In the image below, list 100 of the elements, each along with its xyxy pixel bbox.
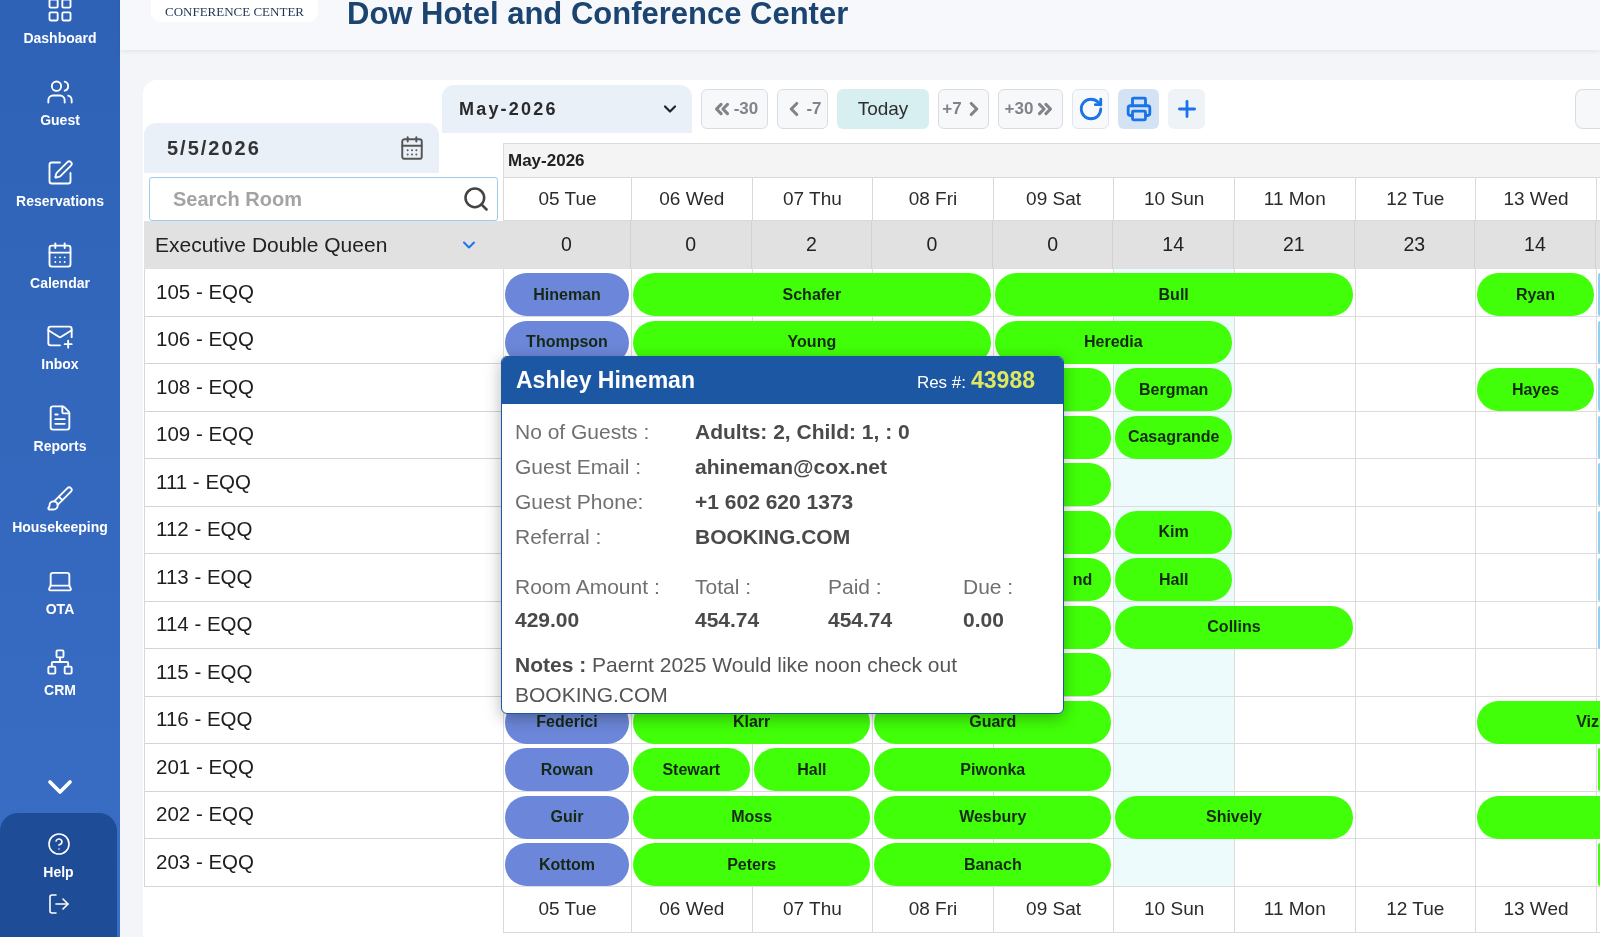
amount-value: 454.74 xyxy=(828,606,894,633)
sidebar-item[interactable]: OTA xyxy=(45,566,75,617)
search-field[interactable]: Search Room xyxy=(149,177,498,221)
sidebar-item[interactable]: Reports xyxy=(33,403,87,454)
booking-bar[interactable]: Bergman xyxy=(1115,368,1232,411)
booking-bar[interactable]: Hayes xyxy=(1477,368,1594,411)
booking-bar[interactable] xyxy=(1597,558,1600,601)
booking-bar[interactable] xyxy=(1597,748,1600,791)
amount-label: Total : xyxy=(695,573,753,600)
day-header: 06 Wed xyxy=(632,178,753,220)
add-button[interactable] xyxy=(1168,89,1205,129)
booking-bar[interactable]: Banach xyxy=(874,843,1112,886)
room-name: 109 - EQQ xyxy=(156,421,254,448)
booking-bar[interactable] xyxy=(1477,795,1600,839)
booking-bar[interactable]: Moss xyxy=(633,795,871,839)
booking-count: 21 xyxy=(1282,232,1305,258)
booking-bar[interactable]: Hall xyxy=(753,748,871,791)
day-header: 12 Tue xyxy=(1355,178,1477,220)
month-select[interactable]: May-2026 xyxy=(442,85,692,133)
search-icon xyxy=(462,185,490,213)
booking-bar[interactable]: Wesbury xyxy=(874,795,1112,839)
booking-bar[interactable] xyxy=(1597,463,1600,506)
booking-bar[interactable] xyxy=(1597,415,1600,459)
booking-bar[interactable] xyxy=(1597,843,1600,886)
toolbar-button[interactable] xyxy=(1575,89,1600,129)
jump-back-button[interactable]: -30 xyxy=(701,89,768,129)
day-header: 11 Mon xyxy=(1234,178,1356,220)
day-header: 05 Tue xyxy=(504,886,632,932)
res-number: 43988 xyxy=(971,366,1035,396)
booking-bar[interactable]: Ryan xyxy=(1477,273,1594,316)
booking-bar[interactable] xyxy=(1597,368,1600,411)
booking-bar[interactable]: Hall xyxy=(1115,558,1232,601)
sidebar-item[interactable]: Reservations xyxy=(16,159,104,209)
detail-value: Adults: 2, Child: 1, : 0 xyxy=(695,418,911,445)
sidebar-item[interactable]: Dashboard xyxy=(23,0,97,46)
room-name: 113 - EQQ xyxy=(156,563,253,590)
booking-bar[interactable]: Kottom xyxy=(505,843,629,886)
sidebar-item[interactable]: Calendar xyxy=(30,240,90,291)
day-header: 08 Fri xyxy=(873,178,994,220)
day-header: 09 Sat xyxy=(993,178,1115,220)
sidebar-item[interactable]: Housekeeping xyxy=(12,485,108,535)
booking-bar[interactable] xyxy=(1597,273,1600,316)
jump-forward-button[interactable]: +30 xyxy=(998,89,1063,129)
booking-bar[interactable] xyxy=(1597,510,1600,554)
booking-bar[interactable]: Casagrande xyxy=(1115,415,1232,459)
brush-icon xyxy=(46,485,74,513)
booking-bar[interactable]: Guir xyxy=(505,795,629,839)
detail-label: Guest Phone: xyxy=(515,488,645,515)
day-header: 08 Fri xyxy=(873,886,994,932)
sidebar-item[interactable]: Inbox xyxy=(41,322,79,372)
booking-bar[interactable]: Collins xyxy=(1115,605,1353,649)
amount-label: Due : xyxy=(963,573,1015,600)
day-header: 11 Mon xyxy=(1234,886,1356,932)
room-name: 115 - EQQ xyxy=(156,658,253,685)
booking-bar[interactable]: Kim xyxy=(1115,510,1232,554)
help-icon xyxy=(46,832,71,856)
res-label: Res #: xyxy=(916,372,967,395)
amount-value: 0.00 xyxy=(963,606,1005,633)
room-name: 201 - EQQ xyxy=(156,753,254,780)
step-forward-button[interactable]: +7 xyxy=(938,89,989,129)
refresh-button[interactable] xyxy=(1072,89,1109,129)
booking-bar[interactable]: Schafer xyxy=(633,273,991,316)
day-header: 13 Wed xyxy=(1476,886,1597,932)
month-label: May-2026 xyxy=(508,149,585,172)
step-back-button[interactable]: -7 xyxy=(777,89,828,129)
booking-bar[interactable]: Bull xyxy=(994,273,1353,316)
day-header: 10 Sun xyxy=(1114,178,1235,220)
detail-value: ahineman@cox.net xyxy=(695,453,889,480)
booking-count: 23 xyxy=(1403,232,1426,258)
date-field[interactable]: 5/5/2026 xyxy=(144,123,439,173)
pen-square-icon xyxy=(46,159,74,187)
calendar-icon xyxy=(46,240,74,269)
help-button[interactable]: Help xyxy=(43,832,74,880)
room-type-select[interactable]: Executive Double Queen xyxy=(144,221,503,269)
hotel-title: Dow Hotel and Conference Center xyxy=(347,0,849,27)
sidebar-item[interactable]: Guest xyxy=(40,77,80,128)
booking-bar[interactable] xyxy=(1597,320,1600,364)
logo-text: CONFERENCE CENTER xyxy=(151,0,318,22)
day-header: 13 Wed xyxy=(1476,178,1597,220)
booking-bar[interactable]: Viz xyxy=(1477,700,1600,744)
booking-bar[interactable]: Rowan xyxy=(505,748,629,791)
logout-button[interactable] xyxy=(46,892,71,916)
room-name: 106 - EQQ xyxy=(156,326,254,353)
day-header: 09 Sat xyxy=(993,886,1115,932)
booking-bar[interactable]: Peters xyxy=(633,843,871,886)
booking-bar[interactable]: Stewart xyxy=(633,748,750,791)
booking-bar[interactable]: Piwonka xyxy=(874,748,1112,791)
booking-bar[interactable] xyxy=(1597,605,1600,649)
day-header: 12 Tue xyxy=(1355,886,1477,932)
booking-count: 0 xyxy=(1047,232,1058,258)
sidebar-item[interactable]: CRM xyxy=(44,648,76,698)
detail-label: No of Guests : xyxy=(515,418,651,445)
booking-bar[interactable]: Shively xyxy=(1115,795,1353,839)
booking-bar[interactable]: Hineman xyxy=(505,273,629,316)
room-name: 114 - EQQ xyxy=(156,611,253,638)
booking-count: 0 xyxy=(926,232,938,258)
booking-count: 2 xyxy=(805,232,817,258)
print-button[interactable] xyxy=(1118,89,1159,129)
day-header: 10 Sun xyxy=(1114,886,1235,932)
today-button[interactable]: Today xyxy=(837,89,929,129)
